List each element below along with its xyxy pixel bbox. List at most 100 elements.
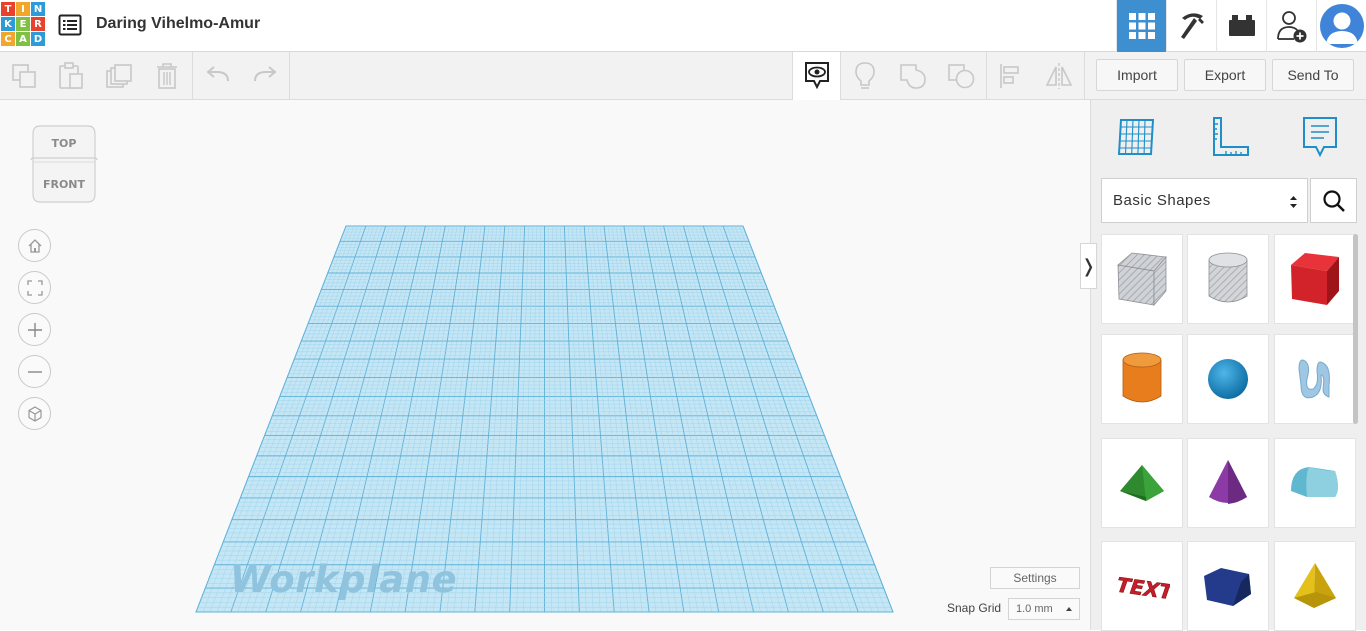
- send-to-button[interactable]: Send To: [1272, 59, 1354, 91]
- group-button[interactable]: [889, 52, 937, 100]
- shape-tile-text[interactable]: TEXT: [1101, 541, 1183, 631]
- round-roof-icon: [1287, 461, 1343, 505]
- undo-button[interactable]: [194, 52, 242, 100]
- view-cube-front-face[interactable]: FRONT: [28, 178, 100, 191]
- paste-button[interactable]: [47, 52, 95, 100]
- logo-letter: D: [31, 32, 45, 46]
- logo-letter: E: [16, 17, 30, 31]
- delete-button[interactable]: [143, 52, 191, 100]
- shape-tile-round-roof[interactable]: [1274, 438, 1356, 528]
- workplane-tool-button[interactable]: [1111, 112, 1161, 162]
- scribble-icon: [1293, 355, 1337, 403]
- align-button[interactable]: [987, 52, 1035, 100]
- invite-button[interactable]: [1266, 0, 1316, 52]
- ruler-tool-button[interactable]: [1204, 112, 1254, 162]
- logo-letter: K: [1, 17, 15, 31]
- pyramid-icon: [1290, 560, 1340, 612]
- brick-icon: [1228, 15, 1255, 36]
- notes-tool-button[interactable]: [1295, 112, 1345, 162]
- snap-grid-label: Snap Grid: [947, 601, 1002, 615]
- grid-icon: [1128, 13, 1155, 39]
- 3d-design-view-button[interactable]: [1116, 0, 1166, 52]
- shape-tile-pyramid[interactable]: [1274, 541, 1356, 631]
- tinkercad-logo[interactable]: TIN KER CAD: [1, 2, 45, 48]
- duplicate-button[interactable]: [95, 52, 143, 100]
- logo-letter: A: [16, 32, 30, 46]
- collapse-panel-button[interactable]: ❭: [1080, 243, 1097, 289]
- snap-grid-value: 1.0 mm: [1016, 603, 1053, 615]
- cylinder-icon: [1119, 350, 1165, 408]
- trash-icon: [157, 63, 177, 89]
- select-arrows-icon: [1290, 196, 1297, 208]
- shape-category-value: Basic Shapes: [1113, 192, 1211, 209]
- fit-view-button[interactable]: [18, 271, 51, 304]
- top-bar: TIN KER CAD Daring Vihelmo-Amur: [0, 0, 1366, 52]
- cube-icon: [27, 405, 42, 422]
- text-icon: TEXT: [1114, 566, 1170, 606]
- profile-button[interactable]: [1316, 0, 1366, 52]
- cylinder-hole-icon: [1205, 250, 1251, 308]
- view-cube-top-face[interactable]: TOP: [28, 137, 100, 150]
- shape-tile-cone[interactable]: [1187, 438, 1269, 528]
- import-button[interactable]: Import: [1096, 59, 1178, 91]
- box-hole-icon: [1114, 249, 1170, 309]
- home-view-button[interactable]: [18, 229, 51, 262]
- design-title[interactable]: Daring Vihelmo-Amur: [96, 15, 260, 33]
- zoom-out-button[interactable]: [18, 355, 51, 388]
- zoom-in-button[interactable]: [18, 313, 51, 346]
- mirror-button[interactable]: [1035, 52, 1083, 100]
- plus-icon: [27, 322, 42, 337]
- show-all-button[interactable]: [793, 52, 841, 100]
- shape-tile-box-hole[interactable]: [1101, 234, 1183, 324]
- shape-tile-polygon[interactable]: [1187, 541, 1269, 631]
- shape-tile-cylinder-hole[interactable]: [1187, 234, 1269, 324]
- edit-toolbar: Import Export Send To: [0, 52, 1366, 100]
- workplane-settings-button[interactable]: Settings: [990, 567, 1080, 589]
- snap-grid-select[interactable]: 1.0 mm: [1008, 598, 1080, 620]
- logo-letter: T: [1, 2, 15, 16]
- chevron-right-icon: ❭: [1080, 255, 1097, 276]
- shape-tile-scribble[interactable]: [1274, 334, 1356, 424]
- shape-tile-sphere[interactable]: [1187, 334, 1269, 424]
- lightbulb-icon: [855, 62, 875, 89]
- cone-icon: [1206, 457, 1250, 509]
- copy-icon: [12, 64, 36, 88]
- undo-icon: [206, 66, 229, 82]
- redo-button[interactable]: [241, 52, 289, 100]
- view-cube[interactable]: TOP FRONT: [28, 124, 100, 209]
- copy-button[interactable]: [0, 52, 48, 100]
- workplane-label: Workplane: [230, 558, 458, 601]
- avatar: [1319, 4, 1364, 48]
- shape-tile-roof[interactable]: [1101, 438, 1183, 528]
- logo-letter: I: [16, 2, 30, 16]
- shape-tile-cylinder[interactable]: [1101, 334, 1183, 424]
- workplane[interactable]: [0, 100, 1090, 630]
- home-icon: [28, 238, 41, 253]
- ruler-icon: [1213, 117, 1249, 156]
- ungroup-button[interactable]: [937, 52, 985, 100]
- shape-category-select[interactable]: Basic Shapes: [1101, 178, 1308, 223]
- workspace-canvas[interactable]: Workplane TOP FRONT Settings Snap Grid 1…: [0, 100, 1090, 630]
- notes-button[interactable]: [841, 52, 889, 100]
- mirror-icon: [1045, 63, 1073, 89]
- design-list-icon[interactable]: [58, 14, 82, 36]
- roof-icon: [1116, 461, 1168, 505]
- projection-toggle-button[interactable]: [18, 397, 51, 430]
- redo-icon: [254, 66, 277, 82]
- svg-text:TEXT: TEXT: [1115, 573, 1170, 605]
- shapes-panel: Basic Shapes TEXT: [1090, 100, 1366, 631]
- shape-tile-box[interactable]: [1274, 234, 1356, 324]
- align-icon: [1000, 64, 1019, 88]
- group-icon: [900, 64, 926, 89]
- search-icon: [1322, 189, 1345, 212]
- logo-letter: C: [1, 32, 15, 46]
- add-user-icon: [1276, 11, 1306, 43]
- shape-search-button[interactable]: [1310, 178, 1357, 223]
- fit-icon: [26, 279, 43, 296]
- note-icon: [1303, 117, 1337, 158]
- pickaxe-icon: [1180, 13, 1204, 39]
- bricks-button[interactable]: [1216, 0, 1266, 52]
- export-button[interactable]: Export: [1184, 59, 1266, 91]
- codeblocks-button[interactable]: [1166, 0, 1216, 52]
- panel-scrollbar[interactable]: [1353, 234, 1358, 424]
